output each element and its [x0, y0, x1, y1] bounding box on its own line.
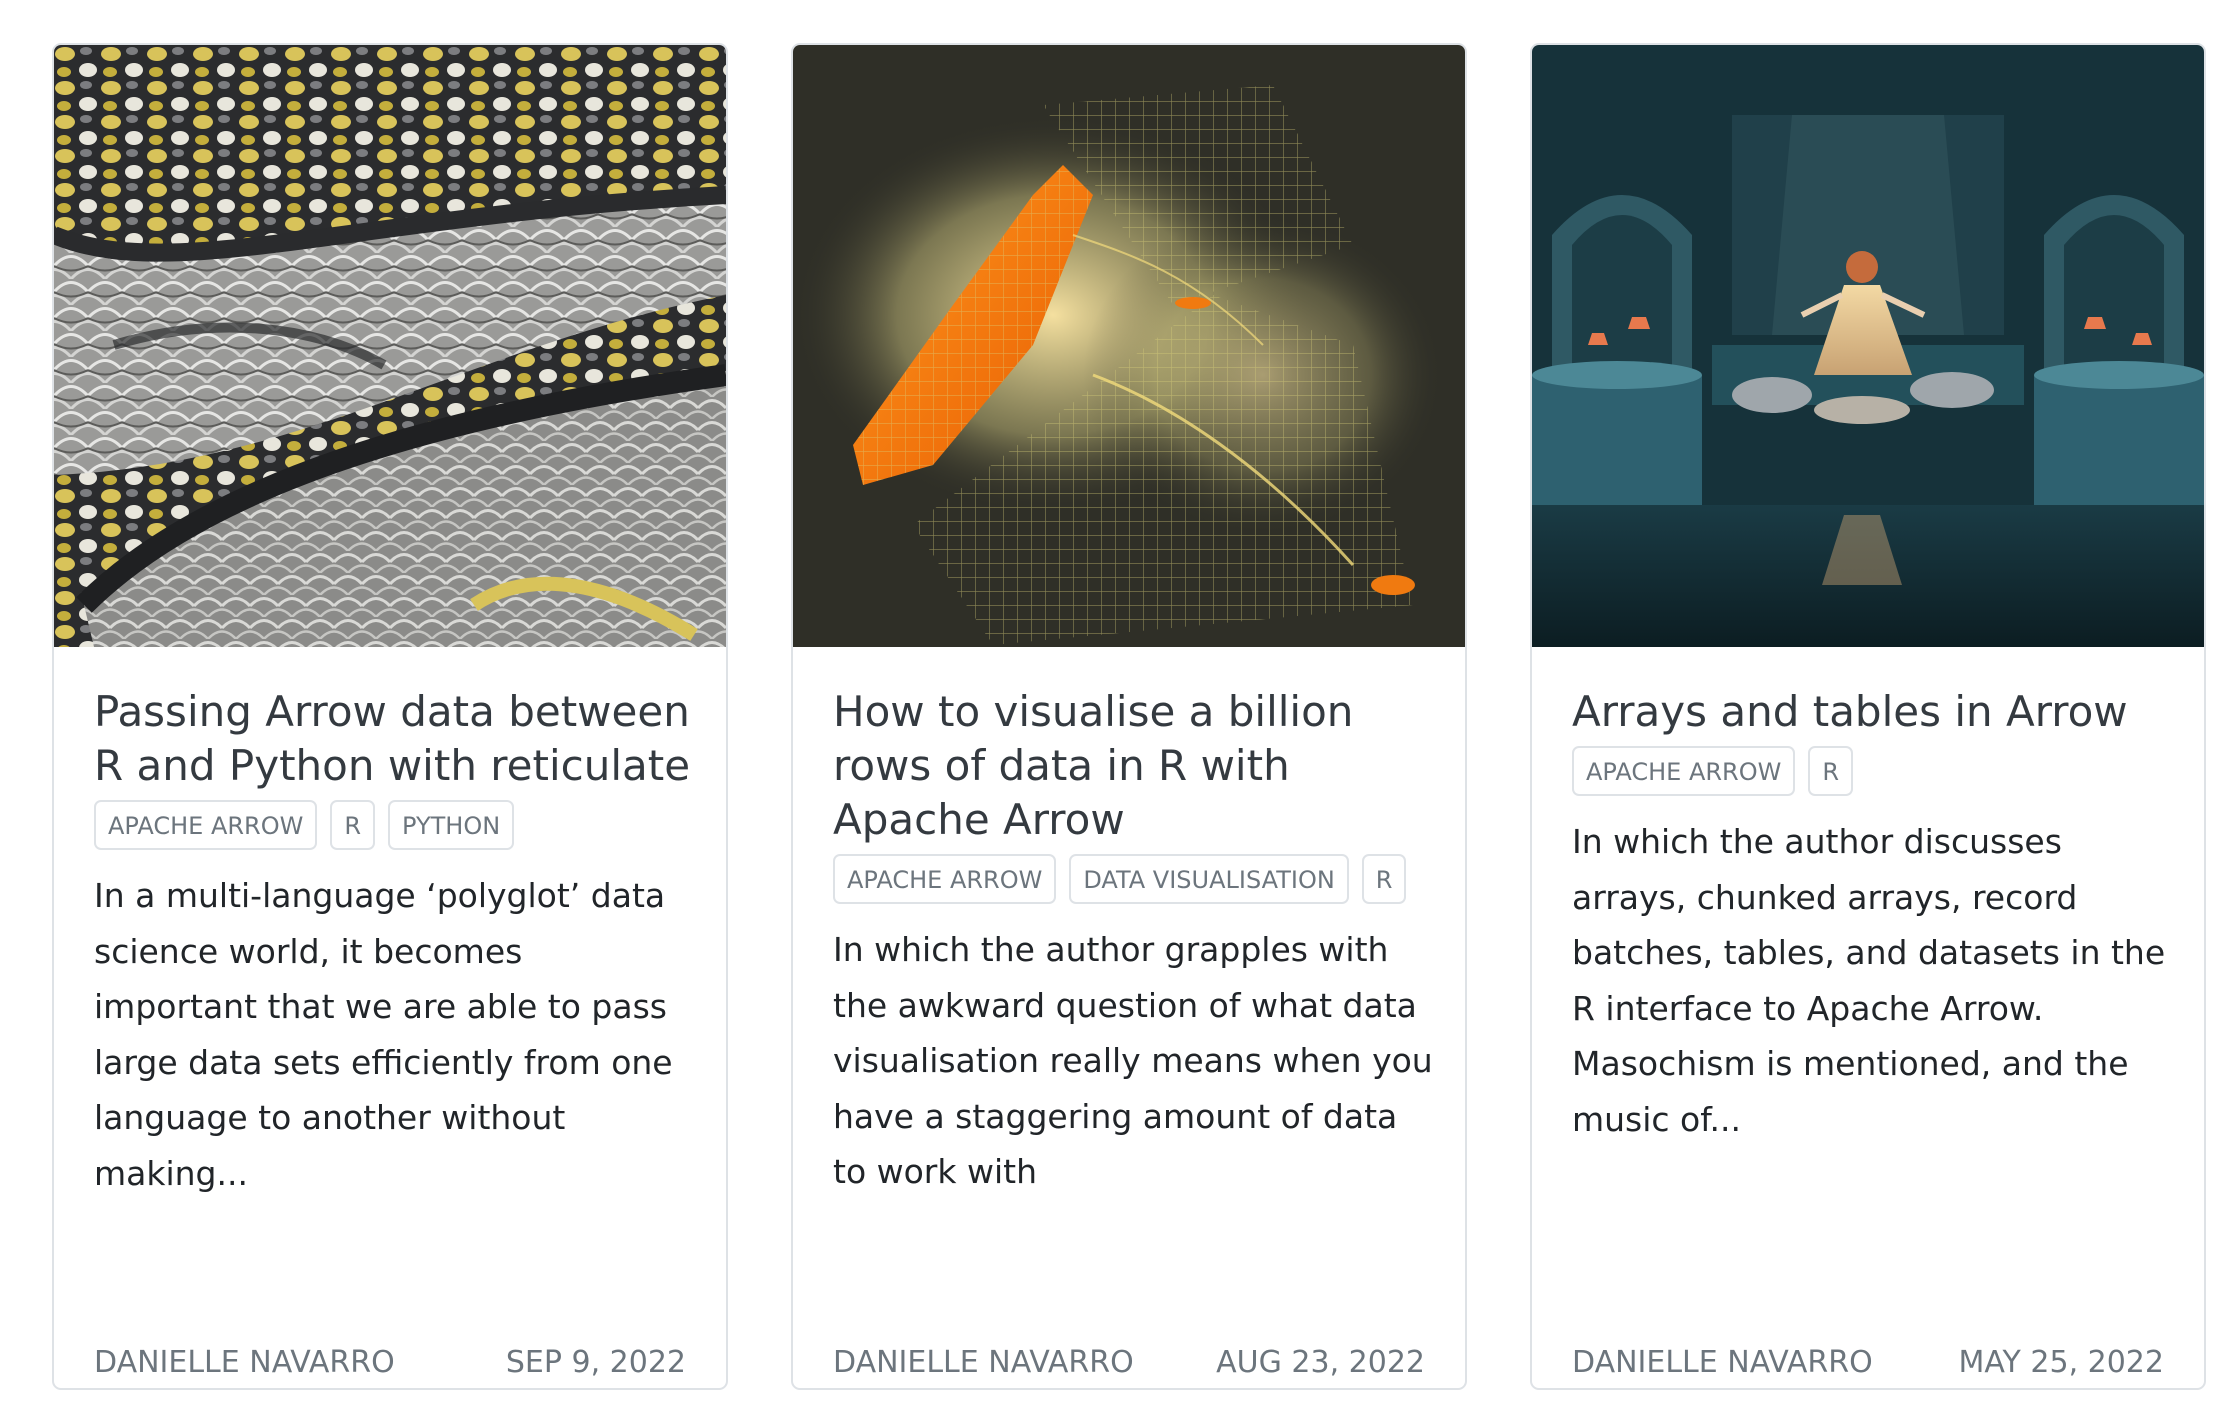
post-card[interactable]: How to visualise a billion rows of data …: [791, 43, 1467, 1390]
post-thumbnail-image[interactable]: [54, 45, 726, 647]
post-card[interactable]: Passing Arrow data between R and Python …: [52, 43, 728, 1390]
post-title[interactable]: How to visualise a billion rows of data …: [833, 685, 1433, 847]
tag-r[interactable]: R: [1808, 746, 1854, 796]
post-author: DANIELLE NAVARRO: [94, 1345, 395, 1380]
post-card[interactable]: Arrays and tables in Arrow APACHE ARROW …: [1530, 43, 2206, 1390]
post-title[interactable]: Passing Arrow data between R and Python …: [94, 685, 694, 793]
post-author: DANIELLE NAVARRO: [1572, 1345, 1873, 1380]
post-footer: DANIELLE NAVARRO SEP 9, 2022: [94, 1345, 686, 1380]
tag-r[interactable]: R: [330, 800, 376, 850]
tag-apache-arrow[interactable]: APACHE ARROW: [1572, 746, 1796, 796]
tag-r[interactable]: R: [1361, 854, 1407, 904]
post-date: SEP 9, 2022: [505, 1345, 686, 1380]
post-description: In a multi-language ‘polyglot’ data scie…: [94, 876, 673, 1193]
post-footer: DANIELLE NAVARRO AUG 23, 2022: [833, 1345, 1425, 1380]
tag-apache-arrow[interactable]: APACHE ARROW: [94, 800, 318, 850]
post-tags: APACHE ARROW DATA VISUALISATION R: [833, 854, 1433, 904]
post-thumbnail-image[interactable]: [1532, 45, 2204, 647]
tag-apache-arrow[interactable]: APACHE ARROW: [833, 854, 1057, 904]
post-tags: APACHE ARROW R: [1572, 746, 2172, 796]
post-date: MAY 25, 2022: [1958, 1345, 2164, 1380]
post-date: AUG 23, 2022: [1216, 1345, 1425, 1380]
tag-data-visualisation[interactable]: DATA VISUALISATION: [1069, 854, 1349, 904]
post-thumbnail-image[interactable]: [793, 45, 1465, 647]
post-description: In which the author discusses arrays, ch…: [1572, 822, 2166, 1139]
post-author: DANIELLE NAVARRO: [833, 1345, 1134, 1380]
tag-python[interactable]: PYTHON: [388, 800, 515, 850]
post-title[interactable]: Arrays and tables in Arrow: [1572, 685, 2172, 739]
post-description: In which the author grapples with the aw…: [833, 930, 1433, 1191]
post-footer: DANIELLE NAVARRO MAY 25, 2022: [1572, 1345, 2164, 1380]
post-tags: APACHE ARROW R PYTHON: [94, 800, 694, 850]
